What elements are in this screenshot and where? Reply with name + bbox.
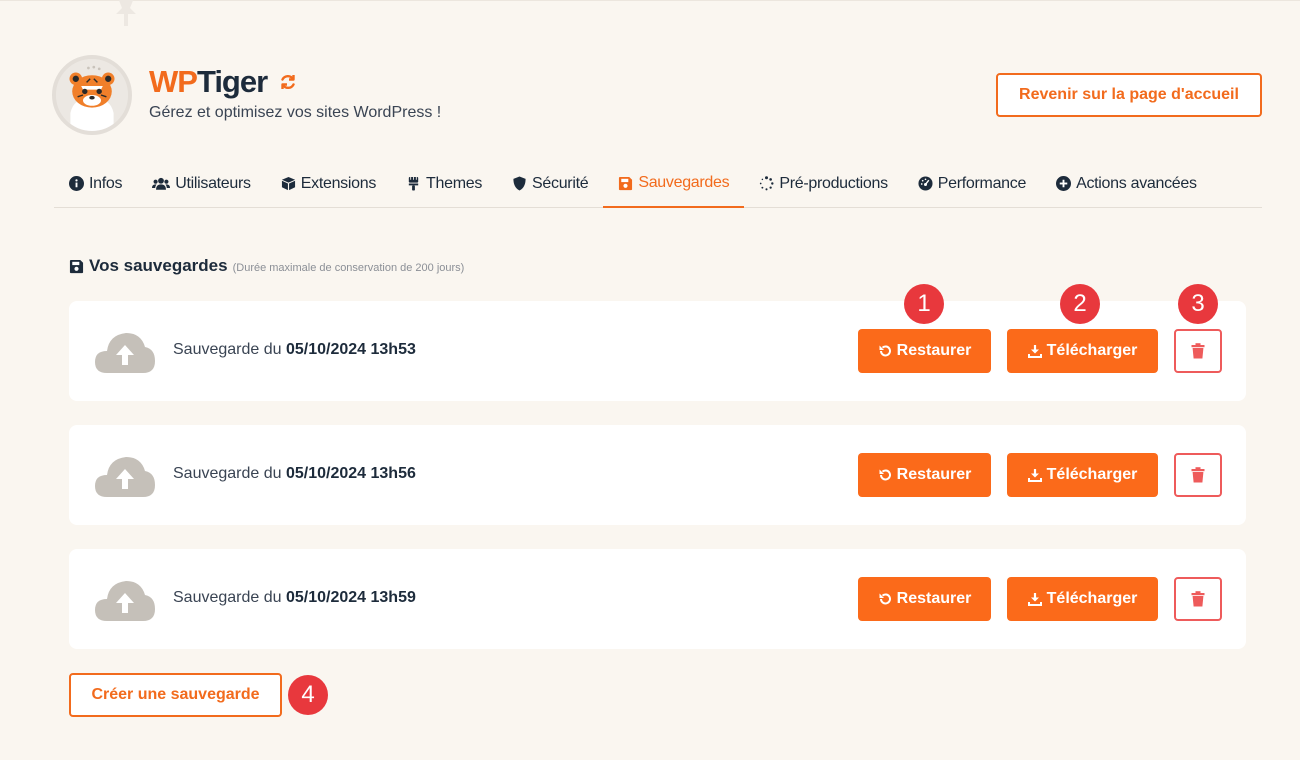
tab-label: Themes <box>426 174 483 192</box>
top-divider <box>0 0 1300 1</box>
download-button[interactable]: Télécharger <box>1007 577 1158 621</box>
backup-label: Sauvegarde du 05/10/2024 13h59 <box>173 589 416 607</box>
tab-label: Sécurité <box>532 174 589 192</box>
tab-pre-productions[interactable]: Pré-productions <box>744 160 902 207</box>
download-icon <box>1027 345 1042 358</box>
tagline: Gérez et optimisez vos sites WordPress ! <box>149 104 442 121</box>
callout-badge-3: 3 <box>1178 284 1218 324</box>
undo-icon <box>879 593 891 605</box>
cloud-upload-icon <box>95 581 155 621</box>
trash-icon <box>1191 467 1205 483</box>
tab-label: Infos <box>89 174 123 192</box>
download-label: Télécharger <box>1046 466 1138 483</box>
restore-button[interactable]: Restaurer <box>858 329 991 373</box>
download-icon <box>1027 469 1042 482</box>
brand-wp: WP <box>149 64 198 99</box>
tab-bar: Infos Utilisateurs Extensions Themes Séc… <box>54 160 1262 208</box>
download-button[interactable]: Télécharger <box>1007 453 1158 497</box>
tab-securite[interactable]: Sécurité <box>497 160 603 207</box>
tab-actions-avancees[interactable]: Actions avancées <box>1041 160 1212 207</box>
delete-button[interactable] <box>1174 577 1222 621</box>
sync-icon[interactable] <box>279 73 297 91</box>
cube-icon <box>281 176 295 191</box>
shield-icon <box>513 176 526 191</box>
tab-label: Actions avancées <box>1076 174 1197 192</box>
floppy-disk-icon <box>69 259 84 273</box>
trash-icon <box>1191 343 1205 359</box>
tab-label: Extensions <box>300 174 377 192</box>
restore-button[interactable]: Restaurer <box>858 453 991 497</box>
tab-sauvegardes[interactable]: Sauvegardes <box>603 160 745 208</box>
tab-label: Sauvegardes <box>638 174 730 191</box>
cloud-upload-icon <box>95 457 155 497</box>
restore-label: Restaurer <box>896 590 972 607</box>
cloud-upload-icon <box>95 333 155 373</box>
delete-button[interactable] <box>1174 453 1222 497</box>
undo-icon <box>879 469 891 481</box>
users-icon <box>152 177 171 190</box>
home-button[interactable]: Revenir sur la page d'accueil <box>996 73 1262 117</box>
tab-performance[interactable]: Performance <box>903 160 1041 207</box>
backup-label: Sauvegarde du 05/10/2024 13h56 <box>173 465 416 483</box>
restore-label: Restaurer <box>896 342 972 359</box>
floppy-disk-icon <box>619 176 633 190</box>
plus-circle-icon <box>1056 176 1072 191</box>
backup-prefix: Sauvegarde du <box>173 589 286 606</box>
paintbrush-icon <box>408 176 419 191</box>
tab-label: Utilisateurs <box>175 174 251 192</box>
backup-prefix: Sauvegarde du <box>173 341 286 358</box>
backup-date: 05/10/2024 13h53 <box>285 341 416 358</box>
section-title: Vos sauvegardes (Durée maximale de conse… <box>69 256 464 276</box>
download-label: Télécharger <box>1046 590 1138 607</box>
tiger-mascot-icon <box>52 55 132 135</box>
tab-label: Performance <box>937 174 1027 192</box>
tab-label: Pré-productions <box>779 174 888 192</box>
callout-badge-4: 4 <box>288 675 328 715</box>
backup-card: Sauvegarde du 05/10/2024 13h59 Restaurer… <box>69 549 1246 649</box>
section-subtitle: (Durée maximale de conservation de 200 j… <box>232 262 465 274</box>
restore-button[interactable]: Restaurer <box>858 577 991 621</box>
download-icon <box>1027 593 1042 606</box>
trash-icon <box>1191 591 1205 607</box>
page: WP Tiger Gérez et optimisez vos sites Wo… <box>0 0 1300 760</box>
backup-label: Sauvegarde du 05/10/2024 13h53 <box>173 341 416 359</box>
pin-icon <box>116 0 136 26</box>
tab-extensions[interactable]: Extensions <box>266 160 391 207</box>
restore-label: Restaurer <box>896 466 972 483</box>
download-button[interactable]: Télécharger <box>1007 329 1158 373</box>
backup-date: 05/10/2024 13h59 <box>285 589 416 606</box>
gauge-icon <box>918 176 933 191</box>
delete-button[interactable] <box>1174 329 1222 373</box>
brand-title: WP Tiger <box>149 64 297 100</box>
download-label: Télécharger <box>1046 342 1138 359</box>
tab-infos[interactable]: Infos <box>54 160 137 207</box>
tab-utilisateurs[interactable]: Utilisateurs <box>137 160 266 207</box>
undo-icon <box>879 345 891 357</box>
backup-date: 05/10/2024 13h56 <box>285 465 416 482</box>
section-heading: Vos sauvegardes <box>89 256 228 275</box>
tab-themes[interactable]: Themes <box>391 160 497 207</box>
callout-badge-1: 1 <box>904 284 944 324</box>
spinner-icon <box>760 176 774 191</box>
brand-tiger: Tiger <box>196 64 268 99</box>
callout-badge-2: 2 <box>1060 284 1100 324</box>
create-backup-button[interactable]: Créer une sauvegarde <box>69 673 282 717</box>
backup-card: Sauvegarde du 05/10/2024 13h56 Restaurer… <box>69 425 1246 525</box>
info-icon <box>69 176 84 191</box>
backup-prefix: Sauvegarde du <box>173 465 286 482</box>
